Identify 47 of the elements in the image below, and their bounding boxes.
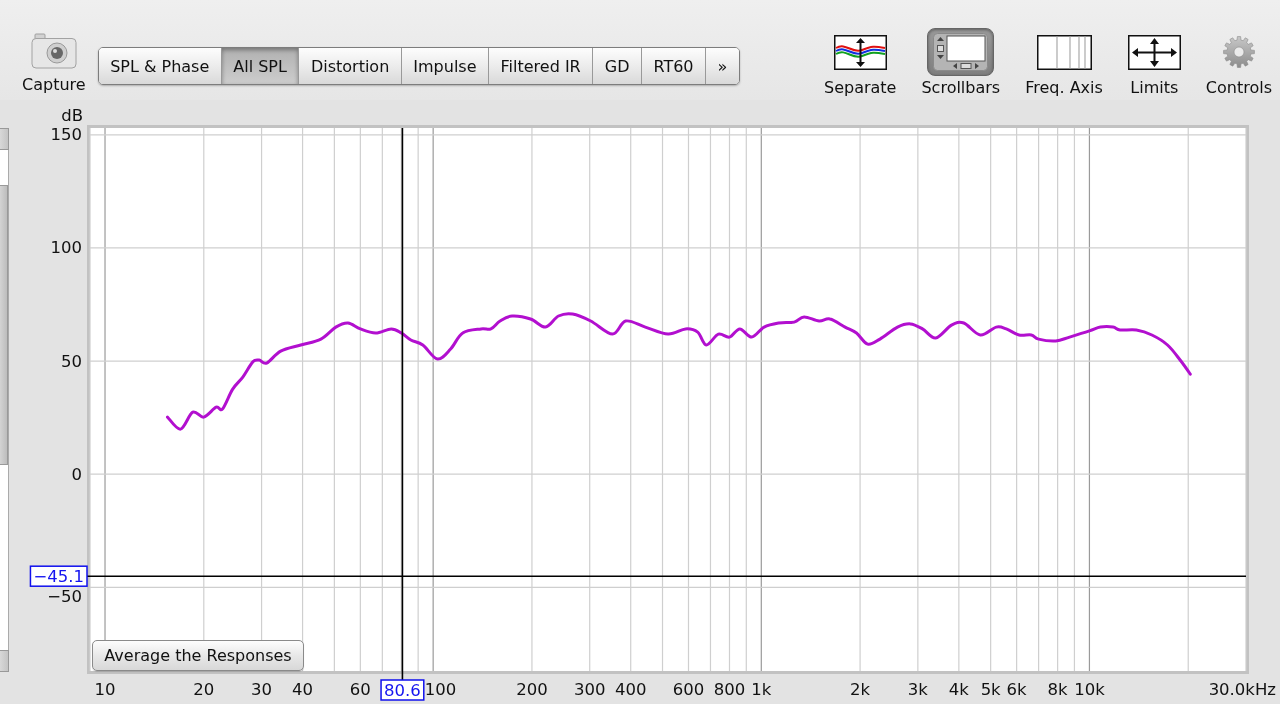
x-axis-label: 100 bbox=[424, 679, 457, 699]
x-axis-label: 20 bbox=[193, 679, 215, 699]
cursor-readout: −45.1 bbox=[29, 565, 88, 587]
x-axis-label: 1k bbox=[751, 679, 772, 699]
y-axis-label: 150 bbox=[50, 125, 82, 145]
tool-button[interactable]: Limits bbox=[1127, 28, 1181, 97]
x-axis-title: 30.0kHz bbox=[1208, 679, 1276, 699]
more-tabs-button[interactable]: » bbox=[706, 48, 739, 84]
camera-icon bbox=[30, 33, 77, 69]
tab[interactable]: Impulse bbox=[401, 48, 490, 84]
x-axis-label: 200 bbox=[516, 679, 548, 699]
tab[interactable]: GD bbox=[593, 48, 642, 84]
x-axis-label: 800 bbox=[713, 679, 746, 699]
x-axis-label: 400 bbox=[614, 679, 647, 699]
y-axis-title: dB bbox=[61, 105, 83, 125]
cursor-readout: 80.6 bbox=[380, 679, 425, 701]
scrollbar-thumb[interactable] bbox=[0, 185, 8, 465]
x-axis-label: 300 bbox=[573, 679, 606, 699]
x-axis-label: 8k bbox=[1047, 679, 1068, 699]
x-axis-label: 10 bbox=[94, 679, 116, 699]
tool-button[interactable]: Separate bbox=[824, 28, 897, 97]
y-axis-label: 50 bbox=[61, 351, 82, 371]
y-axis-label: −50 bbox=[47, 586, 82, 606]
tool-button[interactable]: Controls bbox=[1205, 28, 1272, 97]
x-axis-label: 40 bbox=[292, 679, 314, 699]
x-axis-label: 10k bbox=[1074, 679, 1105, 699]
y-axis-label: 100 bbox=[50, 238, 82, 258]
tab[interactable]: RT60 bbox=[641, 48, 707, 84]
x-axis-label: 5k bbox=[980, 679, 1001, 699]
x-axis-label: 60 bbox=[349, 679, 371, 699]
x-axis-label: 2k bbox=[850, 679, 871, 699]
y-axis-label: 0 bbox=[71, 464, 82, 484]
tab[interactable]: Filtered IR bbox=[489, 48, 594, 84]
x-axis-label: 6k bbox=[1006, 679, 1027, 699]
x-axis-label: 600 bbox=[672, 679, 705, 699]
x-axis-label: 30 bbox=[251, 679, 273, 699]
scroll-up-button[interactable] bbox=[0, 128, 9, 150]
tab[interactable]: All SPL bbox=[221, 48, 300, 84]
x-axis-label: 3k bbox=[907, 679, 928, 699]
capture-button[interactable]: Capture bbox=[22, 33, 86, 94]
tool-button[interactable]: Scrollbars bbox=[921, 28, 1001, 97]
tab[interactable]: SPL & Phase bbox=[98, 48, 222, 84]
tab[interactable]: Distortion bbox=[299, 48, 402, 84]
tool-button[interactable]: Freq. Axis bbox=[1025, 28, 1103, 97]
average-responses-button[interactable]: Average the Responses bbox=[92, 640, 304, 671]
scroll-down-button[interactable] bbox=[0, 650, 9, 672]
x-axis-label: 4k bbox=[948, 679, 969, 699]
